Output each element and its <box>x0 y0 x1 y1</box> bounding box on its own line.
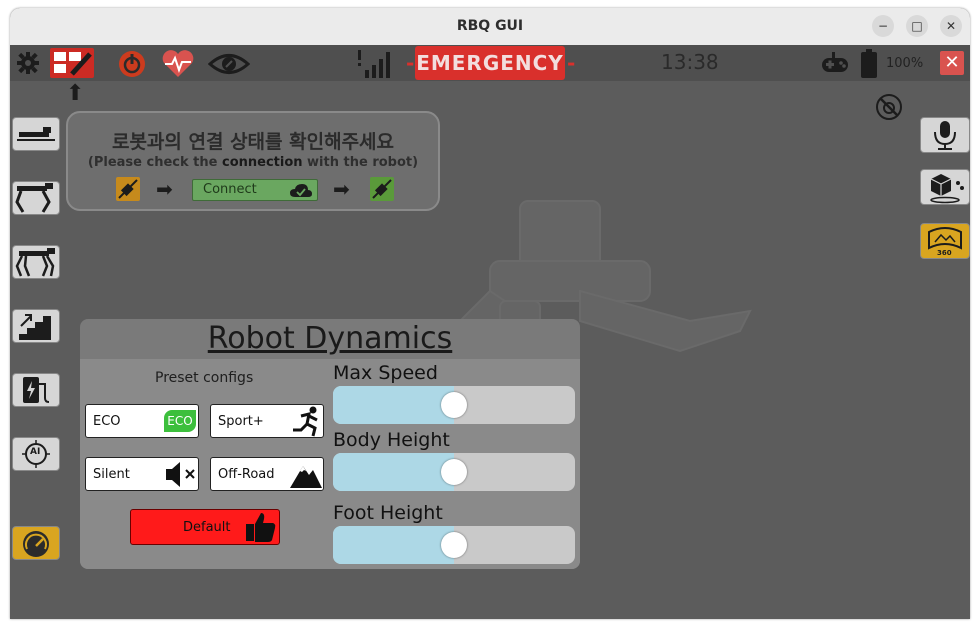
microphone-button[interactable] <box>920 117 970 153</box>
robot-lie-icon <box>17 127 55 141</box>
gamepad-icon[interactable] <box>820 52 850 76</box>
max-speed-slider-fill <box>333 386 454 424</box>
speed-gauge-button[interactable] <box>12 526 60 560</box>
preset-offroad-label: Off-Road <box>218 467 275 482</box>
connection-title: 로봇과의 연결 상태를 확인해주세요 <box>111 131 395 153</box>
connection-subtitle: (Please check the connection with the ro… <box>68 155 438 170</box>
robot-disconnected-icon[interactable] <box>50 48 94 78</box>
preset-silent-label: Silent <box>93 467 130 482</box>
app-window: RBQ GUI − □ ✕ - EMERGENCY - 13:38 100% ✕… <box>10 8 970 619</box>
robot-stand-button[interactable] <box>12 181 60 215</box>
speed-gauge-icon <box>23 531 49 557</box>
default-button[interactable]: Default <box>130 509 280 545</box>
body-height-slider[interactable] <box>333 453 575 491</box>
arrow-icon: ➡ <box>156 177 173 201</box>
microphone-icon <box>934 121 956 150</box>
max-speed-slider[interactable] <box>333 386 575 424</box>
max-speed-label: Max Speed <box>333 362 438 384</box>
thumbs-up-icon <box>246 513 276 542</box>
connect-label: Connect <box>203 182 257 197</box>
connect-button[interactable]: Connect <box>192 179 318 201</box>
emergency-button[interactable]: EMERGENCY <box>415 46 565 80</box>
eye-compass-icon[interactable] <box>208 51 250 77</box>
robot-dynamics-title: Robot Dynamics <box>207 321 453 356</box>
battery-level: 100% <box>886 56 924 71</box>
main-area: ⬆ AI 360 로봇과의 연결 상태를 확인해주세요 (Please chec… <box>10 81 970 619</box>
body-height-slider-thumb[interactable] <box>441 459 467 485</box>
signal-icon <box>358 50 390 78</box>
window-close-button[interactable]: ✕ <box>940 15 962 37</box>
ai-label: AI <box>30 447 41 457</box>
window-title: RBQ GUI <box>456 18 524 34</box>
charging-station-button[interactable] <box>12 373 60 407</box>
collapse-arrow-icon[interactable]: ⬆ <box>66 83 84 105</box>
3d-model-button[interactable] <box>920 169 970 205</box>
connection-subtitle-pre: (Please check the <box>87 155 222 170</box>
mute-speaker-icon <box>166 462 195 487</box>
connection-subtitle-bold: connection <box>221 155 303 170</box>
preset-eco-label: ECO <box>93 414 121 429</box>
title-bar: RBQ GUI − □ ✕ <box>10 8 970 46</box>
body-height-slider-fill <box>333 453 454 491</box>
preset-eco-button[interactable]: ECO ECO <box>85 404 199 438</box>
mountain-icon <box>290 466 322 488</box>
preset-sport-button[interactable]: Sport+ <box>210 404 324 438</box>
preset-silent-button[interactable]: Silent <box>85 457 199 491</box>
arrow-icon-2: ➡ <box>333 177 350 201</box>
running-man-icon <box>293 406 318 437</box>
robot-walk-icon <box>15 248 55 277</box>
connection-subtitle-post: with the robot) <box>302 155 419 170</box>
app-close-button[interactable]: ✕ <box>940 51 964 75</box>
cube-icon <box>930 174 964 204</box>
badge-360: 360 <box>937 249 952 257</box>
default-label: Default <box>183 520 231 535</box>
robot-dynamics-panel: Robot Dynamics Preset configs ECO ECO Sp… <box>80 319 580 569</box>
foot-height-slider-fill <box>333 526 454 564</box>
view-360-button[interactable]: 360 <box>920 223 970 259</box>
connection-status-panel: 로봇과의 연결 상태를 확인해주세요 (Please check the con… <box>66 111 440 211</box>
gear-icon[interactable] <box>16 51 40 75</box>
emergency-dash-left: - <box>406 51 415 75</box>
plug-disconnected-icon <box>116 177 140 201</box>
plug-connected-icon <box>370 177 394 201</box>
charging-station-icon <box>23 377 50 403</box>
cloud-check-icon <box>290 184 312 197</box>
preset-configs-label: Preset configs <box>155 370 254 386</box>
foot-height-slider[interactable] <box>333 526 575 564</box>
battery-icon <box>861 49 877 78</box>
stairs-mode-button[interactable] <box>12 309 60 343</box>
robot-dynamics-body: Preset configs ECO ECO Sport+ Silent Off… <box>80 359 580 569</box>
preset-offroad-button[interactable]: Off-Road <box>210 457 324 491</box>
robot-lie-button[interactable] <box>12 117 60 151</box>
preset-sport-label: Sport+ <box>218 414 264 429</box>
top-toolbar: - EMERGENCY - 13:38 100% ✕ <box>10 45 970 81</box>
camera-off-icon[interactable] <box>875 93 903 121</box>
ai-mode-button[interactable]: AI <box>12 437 60 471</box>
foot-height-label: Foot Height <box>333 502 443 524</box>
emergency-dash-right: - <box>567 51 576 75</box>
minimize-button[interactable]: − <box>872 15 894 37</box>
stairs-icon <box>19 314 51 340</box>
maximize-button[interactable]: □ <box>906 15 928 37</box>
robot-stand-icon <box>15 183 53 213</box>
body-height-label: Body Height <box>333 429 450 451</box>
max-speed-slider-thumb[interactable] <box>441 392 467 418</box>
robot-walk-button[interactable] <box>12 245 60 279</box>
foot-height-slider-thumb[interactable] <box>441 532 467 558</box>
heart-monitor-icon[interactable] <box>161 49 195 79</box>
eco-badge-icon: ECO <box>164 410 196 432</box>
power-icon[interactable] <box>117 49 147 79</box>
clock-time: 13:38 <box>661 50 719 74</box>
